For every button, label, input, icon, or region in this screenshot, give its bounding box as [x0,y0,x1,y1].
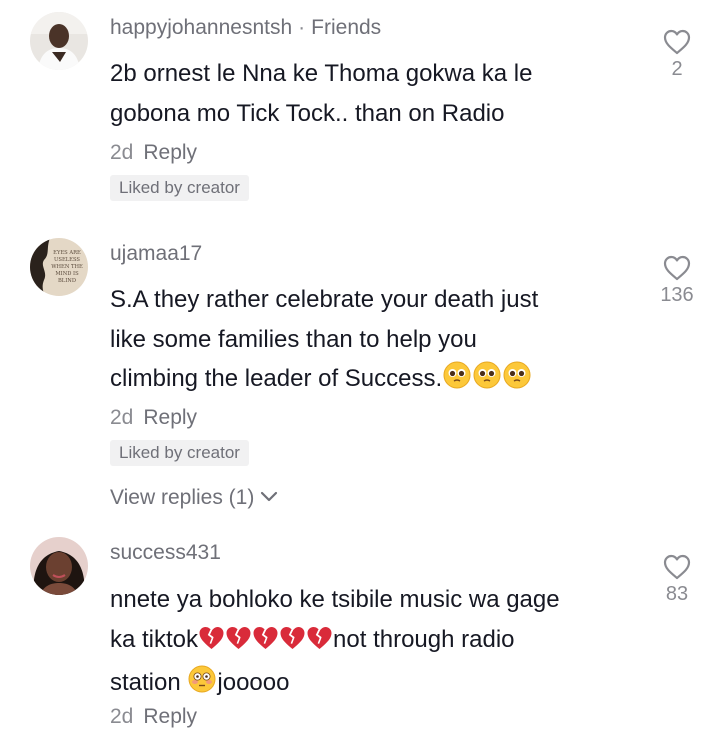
view-replies-label: View replies (1) [110,486,255,509]
avatar[interactable] [30,12,88,70]
comment-header: success431 [110,541,221,565]
username[interactable]: happyjohannesntsh [110,16,292,39]
comment-header: ujamaa17 [110,242,202,266]
liked-by-creator-badge: Liked by creator [110,440,249,466]
liked-by-creator-badge: Liked by creator [110,175,249,201]
broken-heart-emoji [306,624,333,664]
like-control: 83 [640,553,714,606]
heart-icon[interactable] [662,553,692,581]
comment-time: 2d [110,406,134,429]
comment-text-segment: climbing the leader of Success. [110,365,443,392]
svg-text:WHEN THE: WHEN THE [51,264,83,270]
reply-button[interactable]: Reply [143,141,197,164]
pleading-face-emoji [502,360,532,403]
comment-meta: 2d Reply [110,406,197,430]
like-count: 2 [671,58,683,80]
reply-button[interactable]: Reply [143,705,197,728]
svg-text:EYES ARE: EYES ARE [53,250,81,256]
comment-text-segment: station [110,669,188,696]
comment-header: happyjohannesntsh · Friends [110,16,381,40]
avatar[interactable] [30,537,88,595]
comment-text-segment: ka tiktok [110,625,199,653]
comment-text: nnete ya bohloko ke tsibile music wa gag… [110,580,630,707]
like-control: 136 [640,254,714,307]
pleading-face-emoji [472,360,502,403]
broken-heart-emoji [279,624,306,664]
comment-text-segment: not through radio [333,625,515,653]
friends-badge: Friends [311,16,382,39]
username[interactable]: success431 [110,541,221,564]
comment-text-line: station jooooo [110,663,630,707]
separator: · [298,16,306,39]
avatar[interactable]: EYES ARE USELESS WHEN THE MIND IS BLIND [30,238,88,296]
like-count: 83 [665,583,689,605]
comment-text: S.A they rather celebrate your death jus… [110,280,630,403]
comment-time: 2d [110,141,134,164]
heart-icon[interactable] [662,254,692,282]
view-replies-button[interactable]: View replies (1) [110,486,278,510]
comment-text-line: 2b ornest le Nna ke Thoma gokwa ka le [110,60,533,87]
comment-text-line: S.A they rather celebrate your death jus… [110,286,539,313]
broken-heart-emoji [198,624,225,664]
comment-text-segment: jooooo [217,669,290,696]
comment-meta: 2d Reply [110,141,197,165]
like-count: 136 [660,284,694,306]
comment-text-line: ka tiktok not through radio [110,620,630,664]
broken-heart-emoji [225,624,252,664]
comment-text-line: climbing the leader of Success. [110,359,630,403]
comment-text-line: gobona mo Tick Tock.. than on Radio [110,99,505,127]
like-control: 2 [640,28,714,81]
reply-button[interactable]: Reply [143,406,197,429]
heart-icon[interactable] [662,28,692,56]
pleading-face-emoji [442,360,472,403]
svg-text:BLIND: BLIND [58,278,76,284]
svg-text:MIND IS: MIND IS [55,271,79,277]
broken-heart-emoji [252,624,279,664]
svg-text:USELESS: USELESS [54,257,80,263]
flushed-face-emoji [187,664,217,707]
comment-meta: 2d Reply [110,705,197,729]
comment-text-line: like some families than to help you [110,325,477,353]
chevron-down-icon [261,491,278,502]
comment-time: 2d [110,705,134,728]
username[interactable]: ujamaa17 [110,242,202,265]
comment-text-line: nnete ya bohloko ke tsibile music wa gag… [110,586,560,613]
comment-text: 2b ornest le Nna ke Thoma gokwa ka le go… [110,54,630,133]
